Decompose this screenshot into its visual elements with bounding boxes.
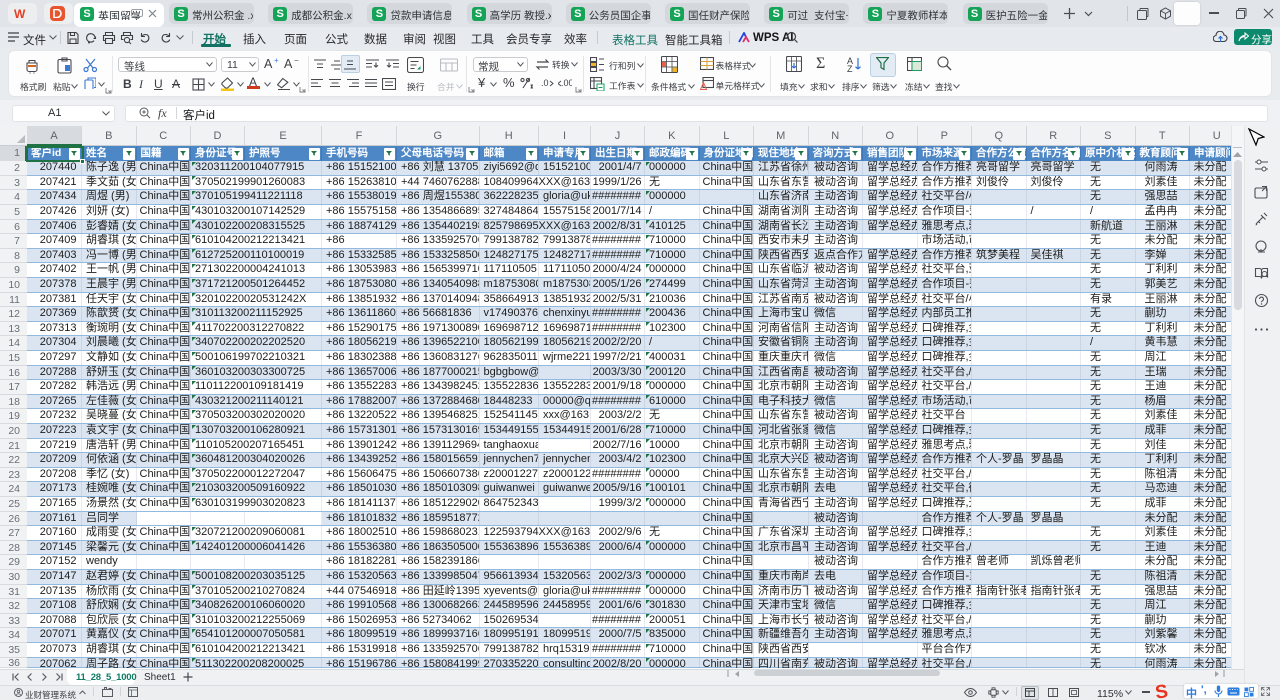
svg-text:.00: .00 bbox=[561, 78, 572, 88]
svg-text:.0: .0 bbox=[541, 78, 549, 88]
svg-text:S: S bbox=[1155, 681, 1169, 700]
svg-text:W: W bbox=[14, 7, 26, 20]
svg-text:Z: Z bbox=[847, 64, 853, 72]
